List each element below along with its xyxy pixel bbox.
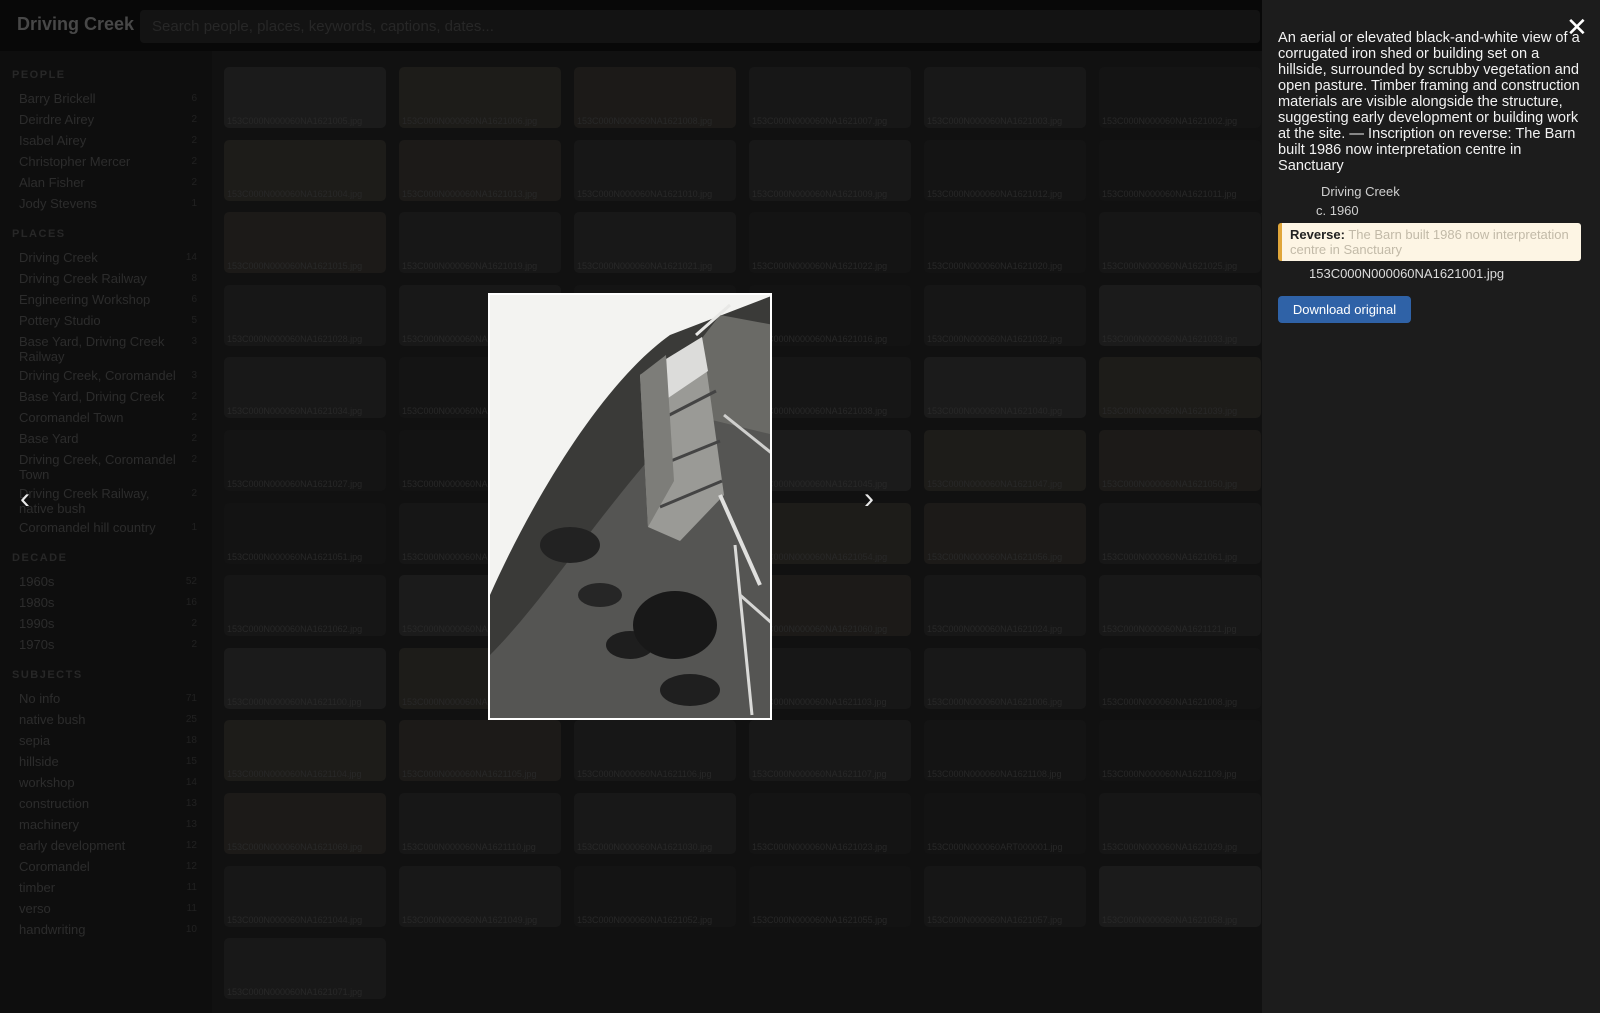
next-arrow-icon[interactable]: › <box>864 482 874 516</box>
lightbox-overlay[interactable]: ‹ › <box>0 0 1262 1013</box>
photo-date: c. 1960 <box>1316 203 1359 218</box>
photo-image <box>490 295 770 718</box>
lightbox-photo <box>488 293 772 720</box>
reverse-label: Reverse: <box>1290 227 1345 242</box>
reverse-inscription: Reverse: The Barn built 1986 now interpr… <box>1278 223 1581 261</box>
prev-arrow-icon[interactable]: ‹ <box>20 482 30 516</box>
photo-place[interactable]: Driving Creek <box>1321 184 1400 199</box>
download-original-button[interactable]: Download original <box>1278 296 1411 323</box>
photo-filename: 153C000N000060NA1621001.jpg <box>1309 266 1505 281</box>
photo-description: An aerial or elevated black-and-white vi… <box>1278 30 1580 174</box>
